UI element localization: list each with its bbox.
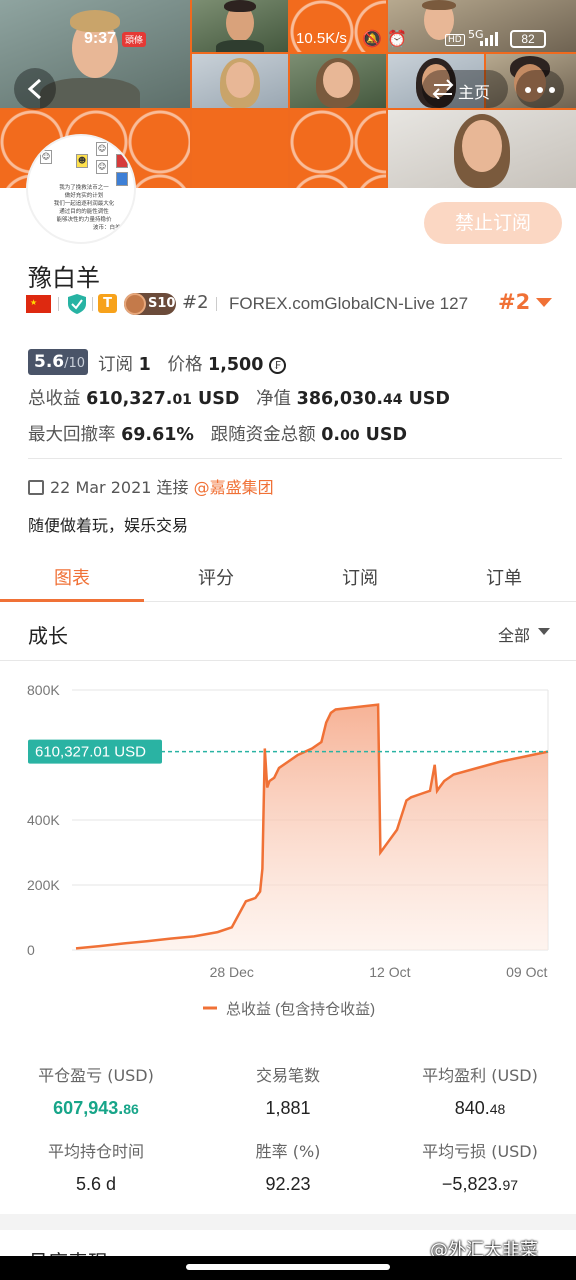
return-equity-row: 总收益 610,327.01 USD 净值 386,030.44 USD — [28, 389, 450, 409]
current-value-label: 610,327.01 USD — [35, 744, 146, 761]
divider — [216, 297, 217, 311]
broker-account: FOREX.comGlobalCN-Live 127 — [229, 294, 469, 313]
home-button[interactable]: 主页 — [422, 70, 508, 108]
total-return-value: 610,327.01 USD — [86, 389, 240, 409]
kpi-avg-profit: 平均盈利 (USD) 840.48 — [422, 1066, 538, 1118]
avatar-doodle: ☺ — [40, 150, 52, 164]
signal-icon — [480, 30, 502, 46]
divider — [92, 297, 93, 311]
kpi-avg-hold-time: 平均持仓时间 5.6 d — [47, 1142, 144, 1194]
avatar[interactable]: ☺ ☻ ☺ ☺ 我为了挽救法币之一 做好充实的计划 我们一起追逐利润最大化 通过… — [26, 134, 136, 244]
banner-pattern — [290, 110, 386, 188]
divider — [28, 458, 562, 459]
rank-dropdown[interactable]: #2 — [498, 290, 530, 314]
china-flag-icon: ★ — [26, 295, 51, 313]
tab-bar: 图表 评分 订阅 订单 — [0, 552, 576, 602]
badge-row: ★ T S10 #2 FOREX.comGlobalCN-Live 127 #2 — [26, 290, 556, 320]
system-nav-bar — [0, 1256, 576, 1280]
caret-down-icon[interactable] — [538, 628, 550, 635]
caret-down-icon[interactable] — [536, 298, 552, 307]
banner-photo — [192, 54, 288, 108]
currency-coin-icon: ₣ — [268, 357, 286, 374]
y-tick-label: 0 — [27, 942, 35, 958]
tab-subscribe[interactable]: 订阅 — [288, 564, 432, 590]
notification-badge: 頭條 — [122, 32, 147, 47]
section-separator — [0, 1214, 576, 1230]
hd-icon: HD — [445, 34, 465, 46]
network-speed: 10.5K/s — [296, 30, 347, 47]
x-tick-label: 09 Oct — [506, 964, 547, 980]
connection-meta: 22 Mar 2021 连接 @嘉盛集团 — [28, 474, 274, 498]
connected-date: 22 Mar 2021 — [50, 478, 152, 497]
x-tick-label: 12 Oct — [369, 964, 410, 980]
kpi-grid: 平仓盈亏 (USD) 607,943.86 交易笔数 1,881 平均盈利 (U… — [0, 1058, 576, 1208]
period-filter[interactable]: 全部 — [498, 622, 530, 646]
growth-chart: 800K 400K 200K 0 610,327.01 USD 28 Dec 12 Oc… — [0, 662, 576, 1032]
drawdown-funds-row: 最大回撤率 69.61% 跟随资金总额 0.00 USD — [28, 425, 407, 445]
level-badge: S10 — [124, 293, 176, 315]
subscriptions-price-row: 订阅 1 价格 1,500 ₣ — [98, 351, 286, 376]
subscribe-button[interactable]: 禁止订阅 — [424, 202, 562, 244]
growth-title: 成长 — [28, 624, 68, 648]
trader-name: 豫白羊 — [28, 264, 100, 292]
banner-pattern — [192, 110, 288, 188]
status-time: 9:37 — [84, 30, 117, 47]
follower-funds-value: 0.00 USD — [321, 425, 407, 445]
broker-link[interactable]: @嘉盛集团 — [194, 478, 274, 497]
banner-photo — [290, 54, 386, 108]
trader-badge-icon: T — [98, 294, 117, 313]
status-bar: 9:37 頭條 10.5K/s 🔕 ⏰ HD 5G 82 — [0, 24, 576, 56]
kpi-win-rate: 胜率 (%) 92.23 — [255, 1142, 321, 1194]
avatar-doodle — [116, 154, 128, 168]
tab-rating[interactable]: 评分 — [144, 564, 288, 590]
kpi-avg-loss: 平均亏损 (USD) −5,823.97 — [422, 1142, 538, 1194]
y-tick-label: 800K — [27, 682, 60, 698]
bio-text: 随便做着玩，娱乐交易 — [28, 516, 189, 535]
medal-icon — [124, 293, 146, 315]
price-value: 1,500 — [208, 355, 264, 375]
mute-alarm-icon: 🔕 ⏰ — [362, 29, 407, 48]
home-gesture-bar[interactable] — [186, 1264, 390, 1270]
swap-icon — [432, 79, 454, 99]
banner-photo — [388, 110, 576, 188]
legend-label: 总收益 (包含持仓收益) — [226, 1001, 375, 1018]
subscriptions-value: 1 — [138, 355, 151, 375]
equity-value: 386,030.44 USD — [296, 389, 450, 409]
y-tick-label: 400K — [27, 812, 60, 828]
divider — [0, 660, 576, 661]
battery-icon: 82 — [510, 30, 546, 48]
verified-shield-icon — [68, 294, 86, 314]
avatar-doodle: ☺ — [96, 142, 108, 156]
tab-chart[interactable]: 图表 — [0, 564, 144, 590]
tab-orders[interactable]: 订单 — [432, 564, 576, 590]
avatar-doodle: ☻ — [76, 154, 88, 168]
back-button[interactable] — [14, 68, 56, 110]
chevron-left-icon — [27, 78, 42, 100]
avatar-doodle: ☺ — [96, 160, 108, 174]
x-tick-label: 28 Dec — [210, 964, 254, 980]
calendar-icon — [28, 480, 44, 495]
divider — [58, 297, 59, 311]
more-button[interactable] — [516, 70, 564, 108]
score-badge: 5.6/10 — [28, 349, 88, 375]
active-tab-indicator — [0, 599, 144, 602]
avatar-caption: 我为了挽救法币之一 做好充实的计划 我们一起追逐利润最大化 通过目的的能性调性 … — [53, 185, 126, 231]
kpi-closed-pnl: 平仓盈亏 (USD) 607,943.86 — [38, 1066, 154, 1118]
kpi-trade-count: 交易笔数 1,881 — [255, 1066, 320, 1118]
max-drawdown-value: 69.61% — [121, 425, 194, 445]
y-tick-label: 200K — [27, 877, 60, 893]
growth-chart-svg: 800K 400K 200K 0 610,327.01 USD 28 Dec 12 Oc… — [27, 682, 549, 1018]
rank-label: #2 — [182, 292, 209, 313]
home-label: 主页 — [458, 83, 491, 102]
